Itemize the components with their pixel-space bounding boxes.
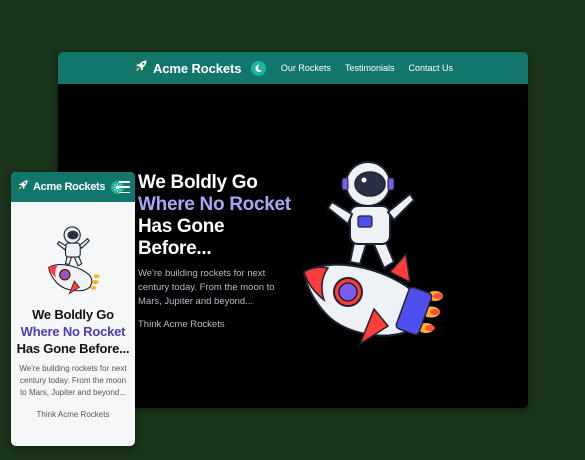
nav-link-our-rockets[interactable]: Our Rockets bbox=[281, 63, 331, 73]
rocket-icon bbox=[134, 59, 148, 78]
theme-toggle[interactable] bbox=[251, 60, 267, 76]
desktop-nav-links: Our Rockets Testimonials Contact Us bbox=[281, 52, 453, 84]
mobile-brand-title[interactable]: Acme Rockets bbox=[33, 181, 106, 193]
desktop-navbar: Acme Rockets Our Rockets Testimonials Co… bbox=[58, 52, 528, 84]
mobile-hero-tagline: Think Acme Rockets bbox=[36, 410, 110, 419]
moon-icon bbox=[255, 64, 263, 72]
heading-line-1: We Boldly Go bbox=[138, 172, 258, 193]
rocket-icon bbox=[17, 178, 29, 196]
mobile-heading-line-3: Has Gone Before... bbox=[16, 341, 130, 356]
heading-line-3: Has Gone Before... bbox=[138, 216, 225, 259]
hamburger-icon[interactable] bbox=[119, 181, 130, 193]
heading-accent: Where No Rocket bbox=[138, 194, 291, 215]
mobile-hero-heading: We Boldly Go Where No Rocket Has Gone Be… bbox=[11, 306, 135, 357]
mobile-heading-line-1: We Boldly Go bbox=[32, 307, 114, 322]
mobile-navbar: Acme Rockets bbox=[11, 172, 135, 202]
mobile-astronaut-illustration bbox=[44, 224, 104, 301]
desktop-hero-text: We Boldly Go Where No Rocket Has Gone Be… bbox=[138, 172, 298, 330]
desktop-hero-tagline: Think Acme Rockets bbox=[138, 319, 225, 330]
nav-link-testimonials[interactable]: Testimonials bbox=[345, 63, 395, 73]
brand-title: Acme Rockets bbox=[153, 60, 242, 76]
mobile-heading-accent: Where No Rocket bbox=[20, 324, 126, 339]
desktop-hero-description: We're building rockets for next century … bbox=[138, 268, 275, 307]
desktop-brand[interactable]: Acme Rockets bbox=[134, 52, 267, 84]
desktop-hero-heading: We Boldly Go Where No Rocket Has Gone Be… bbox=[138, 172, 298, 260]
mobile-preview: Acme Rockets We Boldly Go Where No Rocke… bbox=[11, 172, 135, 446]
astronaut-rocket-illustration bbox=[298, 154, 448, 355]
nav-link-contact-us[interactable]: Contact Us bbox=[408, 63, 453, 73]
mobile-hero-description: We're building rockets for next century … bbox=[19, 364, 127, 397]
